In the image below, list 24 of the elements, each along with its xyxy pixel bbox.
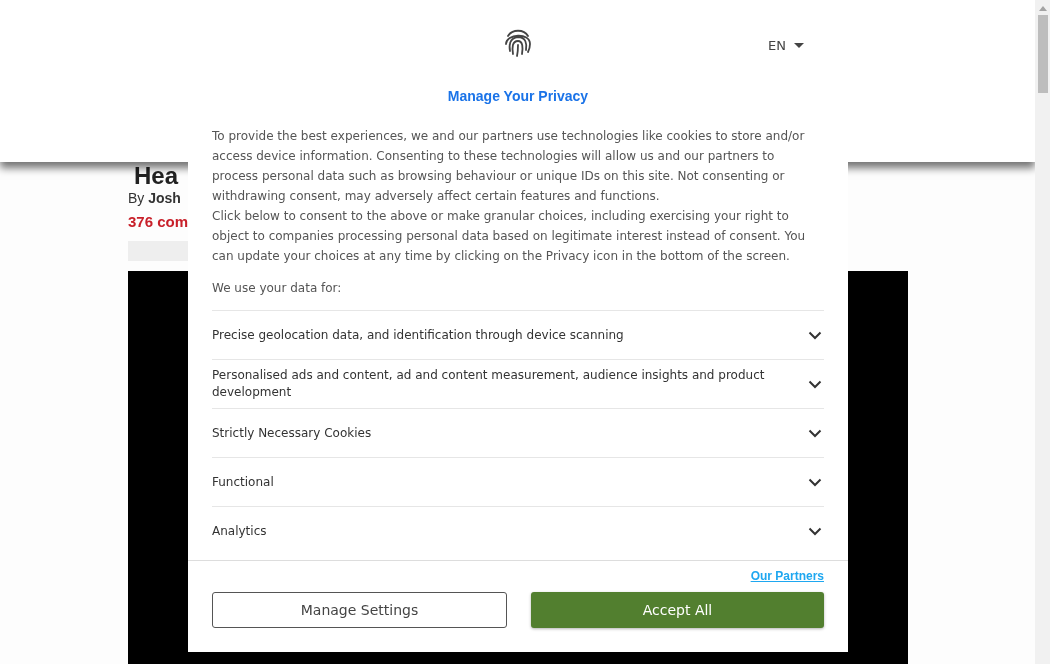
purposes-heading: We use your data for:: [212, 280, 343, 297]
purpose-row[interactable]: Precise geolocation data, and identification through device scanning: [212, 310, 824, 359]
comment-count[interactable]: 376 com: [128, 212, 189, 232]
scroll-up-icon: [1038, 6, 1047, 11]
purpose-row[interactable]: Personalised ads and content, ad and content measurement, audience insights and product development: [212, 359, 824, 408]
purpose-label: Strictly Necessary Cookies: [212, 424, 372, 442]
purpose-row[interactable]: Analytics: [212, 506, 824, 555]
purpose-label: Precise geolocation data, and identification through device scanning: [212, 326, 624, 344]
accept-all-button[interactable]: Accept All: [531, 592, 824, 628]
purpose-label: Analytics: [212, 522, 267, 540]
scrollbar[interactable]: [1035, 0, 1050, 664]
language-dropdown[interactable]: EN: [768, 38, 804, 53]
purpose-row[interactable]: Functional: [212, 457, 824, 506]
dialog-title: Manage Your Privacy: [446, 87, 590, 106]
intro-paragraph: To provide the best experiences, we and our partners use technologies like cookies to store and/or access device information. Consenting to these technologies will allow us and our partners to process personal data such as browsing behaviour or unique IDs on this site. Not consenting or withdrawing consent, may adversely affect certain features and functions.: [212, 128, 806, 205]
purpose-label: Functional: [212, 473, 274, 491]
manage-settings-button[interactable]: Manage Settings: [212, 592, 507, 628]
intro-paragraph: Click below to consent to the above or make granular choices, including exercising your right to object to companies processing personal data based on legitimate interest instead of consent. You can update your choices at any time by clicking on the Privacy icon in the bottom of the screen.: [212, 208, 807, 265]
purpose-label: Personalised ads and content, ad and content measurement, audience insights and product development: [212, 367, 766, 401]
purpose-row[interactable]: Strictly Necessary Cookies: [212, 408, 824, 457]
article-heading: Hea: [134, 164, 179, 188]
article-byline: By Josh: [128, 189, 181, 208]
scrollbar-thumb[interactable]: [1037, 15, 1048, 93]
caret-icon: [794, 42, 804, 49]
